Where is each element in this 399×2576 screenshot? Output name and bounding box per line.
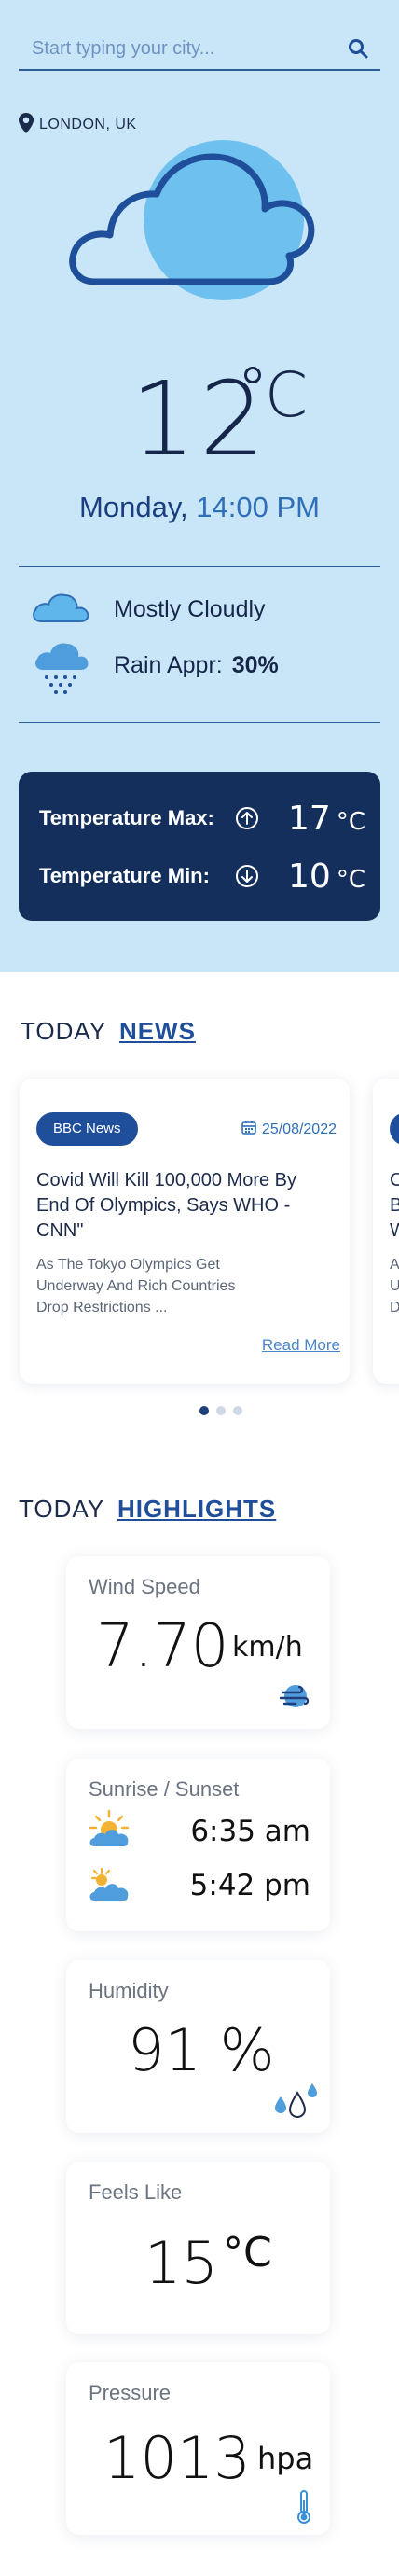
condition-text: Mostly Cloudly <box>114 595 266 622</box>
humidity-value: 91 % <box>128 2016 275 2084</box>
pressure-value: 1013 <box>103 2424 251 2492</box>
sunrise-sunset-card: Sunrise / Sunset 6:35 am 5:42 pm <box>66 1759 330 1931</box>
arrow-up-circle-icon <box>235 806 259 830</box>
temperature-max-value: 17 °C <box>288 799 365 838</box>
read-more-link[interactable]: Read More <box>262 1336 340 1355</box>
search-icon[interactable] <box>347 37 369 60</box>
news-date: 25/08/2022 <box>241 1120 337 1139</box>
highlights-title-link[interactable]: HIGHLIGHTS <box>117 1495 276 1523</box>
news-section-title: TODAY NEWS <box>21 1017 196 1045</box>
city-search-input[interactable] <box>32 35 330 62</box>
news-headline: Covid Will Kill 100,000 More By End Of O… <box>36 1170 296 1241</box>
news-description: As The Tokyo Olympics Get Underway And R… <box>36 1257 236 1316</box>
location-label: LONDON, UK <box>19 112 137 138</box>
news-source-badge: BBC News <box>36 1112 138 1146</box>
news-description-next: A U D <box>390 1257 399 1316</box>
location-pin-icon <box>19 112 34 138</box>
carousel-dot-1[interactable] <box>200 1406 209 1415</box>
thermometer-icon <box>296 2489 311 2529</box>
feels-like-value: 15 <box>144 2229 218 2297</box>
sunset-time: 5:42 pm <box>189 1869 310 1902</box>
pressure-unit: hpa <box>257 2441 314 2476</box>
condition-row: Mostly Cloudly <box>30 586 266 633</box>
temperature-max-label: Temperature Max: <box>39 806 214 829</box>
feels-like-label: Feels Like <box>89 2180 183 2204</box>
rain-cloud-icon <box>30 642 91 694</box>
weather-cloud-sun-icon <box>69 140 349 308</box>
divider-bottom <box>19 722 380 723</box>
calendar-icon <box>241 1120 256 1139</box>
sunset-row: 5:42 pm <box>87 1865 310 1906</box>
carousel-dot-3[interactable] <box>233 1406 242 1415</box>
rain-label: Rain Appr: <box>114 651 223 678</box>
pressure-card: Pressure 1013 hpa <box>66 2362 330 2535</box>
wind-speed-unit: km/h <box>232 1631 303 1664</box>
divider-top <box>19 566 380 567</box>
pressure-label: Pressure <box>89 2381 172 2404</box>
wind-speed-value: 7.70 <box>96 1612 229 1681</box>
degree-symbol <box>244 367 261 383</box>
news-source-badge-next <box>390 1112 399 1146</box>
temperature-max-row: Temperature Max: 17 °C <box>39 799 365 838</box>
humidity-label: Humidity <box>89 1979 169 2002</box>
sunset-icon <box>87 1863 137 1909</box>
wind-speed-card: Wind Speed 7.70 km/h <box>66 1556 330 1729</box>
sunrise-row: 6:35 am <box>87 1809 310 1855</box>
temperature-unit: C <box>265 359 309 431</box>
wind-icon <box>279 1681 312 1716</box>
location-name: LONDON, UK <box>39 117 137 132</box>
cloudy-icon <box>30 586 91 633</box>
carousel-dot-2[interactable] <box>216 1406 226 1415</box>
temperature-min-label: Temperature Min: <box>39 864 210 887</box>
humidity-drops-icon <box>273 2082 320 2123</box>
current-temperature: 12 C <box>0 359 399 479</box>
wind-speed-label: Wind Speed <box>89 1575 200 1598</box>
city-search-bar <box>19 26 380 71</box>
arrow-down-circle-icon <box>235 864 259 888</box>
day-and-time: Monday, 14:00 PM <box>0 491 399 524</box>
temperature-min-value: 10 °C <box>288 856 365 896</box>
sunrise-icon <box>87 1809 137 1855</box>
news-title-link[interactable]: NEWS <box>119 1017 196 1045</box>
news-card[interactable]: BBC News 25/08/2022 Covid Will Kill 100,… <box>20 1079 350 1384</box>
highlights-section-title: TODAY HIGHLIGHTS <box>19 1495 277 1523</box>
feels-like-card: Feels Like 15 °C <box>66 2162 330 2334</box>
feels-like-unit: °C <box>223 2229 272 2277</box>
rain-row: Rain Appr: 30% <box>30 642 279 694</box>
carousel-pagination <box>200 1406 242 1415</box>
rain-value: 30% <box>231 651 279 678</box>
news-card-next[interactable]: C B W A U D <box>373 1079 399 1384</box>
current-weather-panel: LONDON, UK 12 C Monday, 14:00 PM Mostl <box>0 0 399 972</box>
sunrise-time: 6:35 am <box>190 1815 310 1848</box>
sunrise-sunset-label: Sunrise / Sunset <box>89 1777 240 1801</box>
current-day: Monday, <box>79 491 188 523</box>
temperature-min-row: Temperature Min: 10 °C <box>39 856 365 896</box>
news-headline-next: C B W <box>390 1170 399 1241</box>
humidity-card: Humidity 91 % <box>66 1960 330 2133</box>
temperature-min-max-card: Temperature Max: 17°C Temperature Min: <box>19 772 380 921</box>
current-time: 14:00 PM <box>196 491 320 523</box>
weather-page: LONDON, UK 12 C Monday, 14:00 PM Mostl <box>0 0 399 2576</box>
